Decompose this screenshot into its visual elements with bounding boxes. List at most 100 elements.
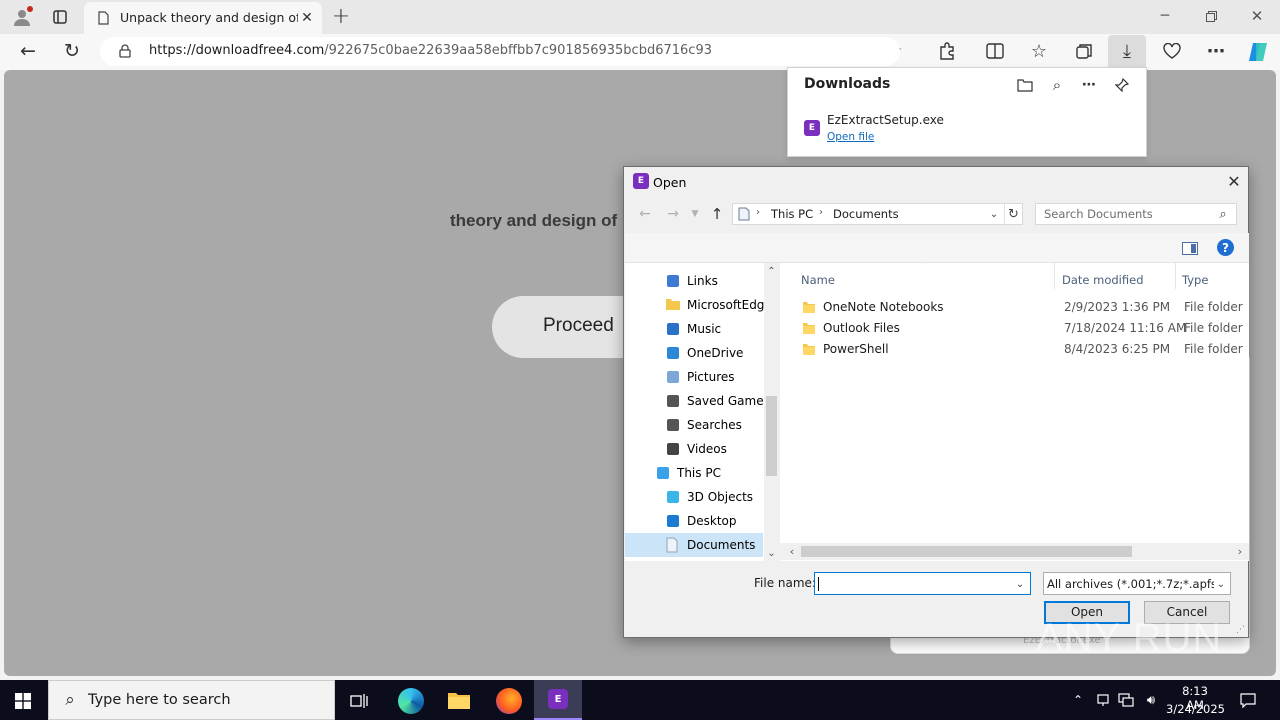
address-bar[interactable]: https://downloadfree4.com/922675c0bae226… (100, 37, 900, 66)
task-view-icon[interactable] (348, 690, 370, 712)
new-tab-button[interactable]: + (330, 4, 352, 29)
nav-item-onedrive[interactable]: OneDrive (625, 341, 763, 365)
scroll-down-icon[interactable]: ⌄ (766, 547, 777, 559)
extensions-icon[interactable] (936, 40, 958, 62)
recent-dropdown-icon[interactable]: ▼ (688, 205, 702, 223)
downloads-title: Downloads (804, 76, 891, 92)
file-hscrollbar[interactable]: ‹ › (780, 543, 1249, 560)
back-arrow-icon[interactable]: ← (636, 205, 654, 223)
close-tab-icon[interactable]: ✕ (300, 10, 314, 26)
favorites-icon[interactable]: ☆ (1028, 40, 1050, 62)
nav-item-desktop[interactable]: Desktop (625, 509, 763, 533)
breadcrumb-this-pc[interactable]: This PC (771, 207, 813, 221)
active-tab[interactable]: Unpack theory and design of sm ✕ (84, 2, 322, 34)
network-icon[interactable] (1117, 690, 1135, 710)
text-caret (818, 577, 819, 591)
pin-icon[interactable] (1113, 76, 1131, 94)
collections-icon[interactable] (1073, 40, 1095, 62)
preview-pane-icon[interactable] (1181, 239, 1199, 257)
refresh-location-icon[interactable]: ↻ (1004, 204, 1022, 224)
windows-start-icon[interactable] (13, 691, 33, 711)
more-options-icon[interactable]: ⋯ (1080, 76, 1098, 94)
lock-icon[interactable] (117, 43, 133, 59)
column-name[interactable]: Name (801, 273, 835, 287)
search-downloads-icon[interactable]: ⌕ (1048, 76, 1066, 94)
volume-icon[interactable]: 🔊︎ (1141, 690, 1161, 710)
nav-item-onenote-not[interactable]: OneNote Not (625, 557, 763, 561)
breadcrumb-documents[interactable]: Documents (833, 207, 899, 221)
scroll-left-icon[interactable]: ‹ (787, 545, 797, 558)
scroll-up-icon[interactable]: ⌃ (766, 265, 777, 277)
close-window-icon[interactable]: ✕ (1248, 6, 1266, 26)
search-input[interactable]: Search Documents ⌕ (1035, 203, 1237, 225)
copilot-icon[interactable] (1246, 40, 1270, 64)
browser-essentials-icon[interactable] (1161, 40, 1183, 62)
search-icon: ⌕ (65, 690, 75, 710)
close-dialog-icon[interactable]: ✕ (1224, 171, 1244, 191)
help-icon[interactable]: ? (1217, 239, 1234, 256)
filter-dropdown-icon[interactable]: ⌄ (1214, 577, 1228, 591)
taskbar-search-input[interactable]: ⌕ Type here to search (48, 680, 335, 720)
edge-icon[interactable] (398, 688, 424, 714)
file-date: 2/9/2023 1:36 PM (1064, 300, 1171, 314)
url-path: /922675c0bae22639aa58ebffbb7c901856935bc… (324, 43, 712, 58)
nav-item-label: Videos (687, 442, 727, 456)
file-scroll-thumb[interactable] (801, 546, 1132, 557)
filename-input[interactable]: ⌄ (814, 572, 1031, 595)
nav-item-videos[interactable]: Videos (625, 437, 763, 461)
filename-dropdown-icon[interactable]: ⌄ (1013, 577, 1027, 591)
minimize-icon[interactable]: ─ (1156, 6, 1174, 26)
music-icon (665, 321, 681, 337)
pictures-icon (665, 369, 681, 385)
nav-item-microsoftedge[interactable]: MicrosoftEdge (625, 293, 772, 317)
notifications-icon[interactable] (1238, 690, 1258, 710)
split-screen-icon[interactable] (984, 40, 1006, 62)
open-file-link[interactable]: Open file (827, 131, 874, 143)
resize-grip-icon[interactable]: ⋰ (1236, 625, 1245, 635)
restore-icon[interactable] (1202, 6, 1220, 26)
profile-icon[interactable] (10, 5, 34, 29)
dialog-title: Open (653, 175, 687, 190)
tab-title: Unpack theory and design of sm (120, 10, 298, 25)
tab-actions-icon[interactable] (50, 7, 70, 27)
more-menu-icon[interactable]: ⋯ (1205, 40, 1227, 62)
chevron-down-icon[interactable]: ⌄ (987, 207, 1001, 221)
file-row[interactable]: Outlook Files 7/18/2024 11:16 AM File fold… (802, 318, 1249, 339)
active-app-slot[interactable]: E (534, 680, 582, 720)
forward-arrow-icon[interactable]: → (664, 205, 682, 223)
video-icon (665, 441, 681, 457)
file-row[interactable]: PowerShell 8/4/2023 6:25 PM File folder (802, 339, 1249, 360)
nav-item-3d-objects[interactable]: 3D Objects (625, 485, 763, 509)
downloads-icon[interactable]: ⤓ (1116, 40, 1138, 62)
file-explorer-icon[interactable] (447, 689, 471, 711)
saved-games-icon (665, 393, 681, 409)
nav-item-searches[interactable]: Searches (625, 413, 763, 437)
search-icon (665, 417, 681, 433)
column-date-modified[interactable]: Date modified (1062, 273, 1144, 287)
scroll-right-icon[interactable]: › (1235, 545, 1245, 558)
nav-item-music[interactable]: Music (625, 317, 763, 341)
up-arrow-icon[interactable]: ↑ (708, 205, 726, 223)
network-device-icon[interactable] (1094, 690, 1112, 710)
search-icon[interactable]: ⌕ (1216, 207, 1230, 222)
file-type-select[interactable]: All archives (*.001;*.7z;*.apfs;*.a ⌄ (1043, 572, 1231, 595)
nav-item-saved-games[interactable]: Saved Games (625, 389, 770, 413)
breadcrumb[interactable]: › This PC › Documents ⌄ ↻ (732, 203, 1023, 225)
file-row[interactable]: OneNote Notebooks 2/9/2023 1:36 PM File fo… (802, 297, 1249, 318)
nav-item-this-pc[interactable]: This PC (625, 461, 763, 485)
firefox-icon[interactable] (496, 688, 522, 714)
chevron-up-icon[interactable]: ⌃ (1070, 690, 1086, 710)
refresh-icon[interactable]: ↻ (60, 40, 84, 62)
nav-item-documents[interactable]: Documents (625, 533, 763, 557)
back-icon[interactable]: ← (16, 40, 40, 62)
nav-item-links[interactable]: Links (625, 269, 763, 293)
folder-icon (802, 321, 816, 335)
clock-date[interactable]: 3/24/2025 (1166, 702, 1225, 716)
file-type: File folder (1184, 300, 1243, 314)
nav-scrollbar[interactable]: ⌃ ⌄ (764, 263, 779, 561)
open-folder-icon[interactable] (1016, 76, 1034, 94)
column-type[interactable]: Type (1182, 273, 1208, 287)
nav-item-pictures[interactable]: Pictures (625, 365, 763, 389)
nav-item-label: Saved Games (687, 394, 770, 408)
nav-scroll-thumb[interactable] (766, 396, 777, 476)
